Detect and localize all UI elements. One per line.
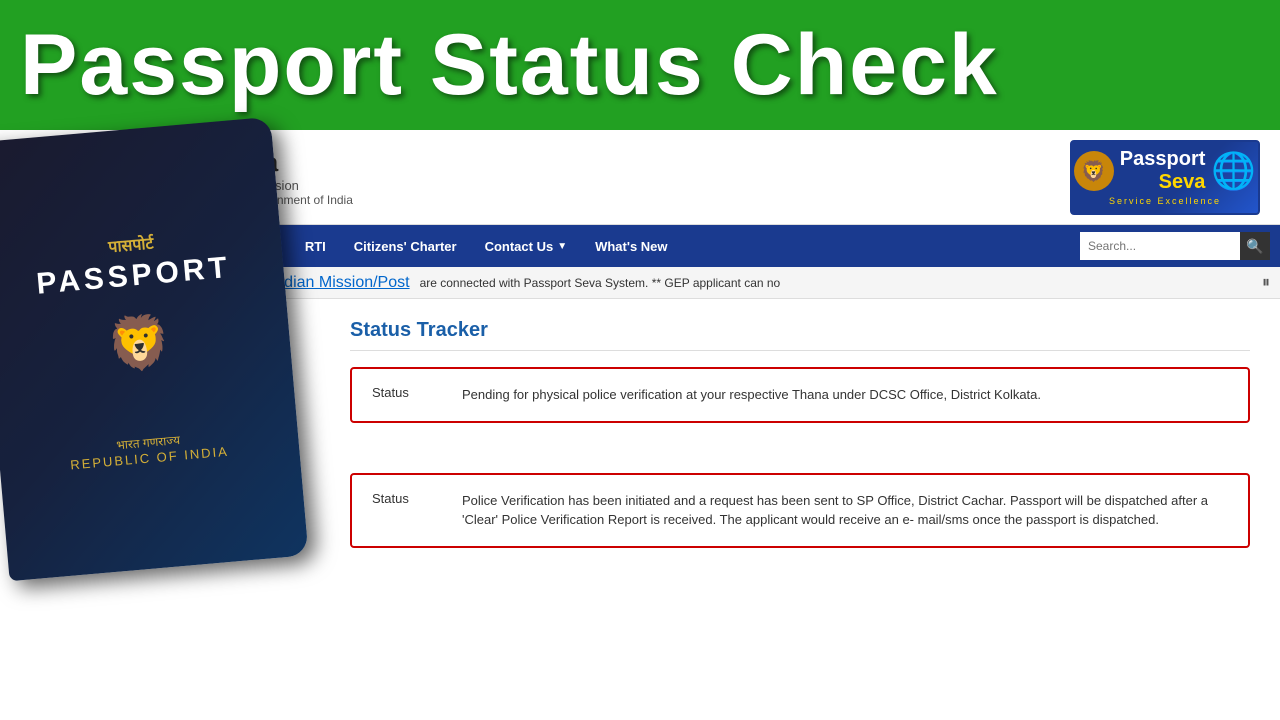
logo-passport-text: Passport [1120, 148, 1206, 171]
pause-icon[interactable]: ⏸ [1262, 274, 1270, 292]
chevron-down-icon: ▼ [557, 241, 567, 252]
status-card-2: Status Police Verification has been init… [350, 473, 1250, 548]
status-tracker-title: Status Tracker [350, 319, 1250, 351]
nav-contact-us[interactable]: Contact Us ▼ [471, 225, 582, 267]
status-label-2: Status [372, 491, 432, 506]
search-container: 🔍 [1080, 232, 1270, 260]
content-right: Status Tracker Status Pending for physic… [350, 319, 1250, 548]
status-value-2: Police Verification has been initiated a… [462, 491, 1228, 530]
main-area: पासपोर्ट PASSPORT 🦁 भारत गणराज्य REPUBLI… [0, 299, 1280, 588]
logo-seva-text: Seva [1159, 171, 1206, 194]
search-button[interactable]: 🔍 [1240, 232, 1270, 260]
status-value-1: Pending for physical police verification… [462, 385, 1041, 405]
nav-citizens-charter[interactable]: Citizens' Charter [340, 225, 471, 267]
passport-word: PASSPORT [35, 250, 232, 301]
nav-whats-new[interactable]: What's New [581, 225, 681, 267]
passport-book-overlay: पासपोर्ट PASSPORT 🦁 भारत गणराज्य REPUBLI… [0, 129, 330, 639]
ticker-text-after: are connected with Passport Seva System.… [420, 276, 781, 290]
passport-hindi-top: पासपोर्ट [107, 231, 154, 257]
search-input[interactable] [1080, 232, 1240, 260]
passport-emblem: 🦁 [105, 310, 175, 376]
status-card-1: Status Pending for physical police verif… [350, 367, 1250, 423]
banner-title: Passport Status Check [20, 22, 999, 108]
globe-icon: 🌐 [1211, 150, 1256, 192]
service-text: Service Excellence [1109, 196, 1221, 206]
top-banner: Passport Status Check [0, 0, 1280, 130]
passport-book: पासपोर्ट PASSPORT 🦁 भारत गणराज्य REPUBLI… [0, 117, 309, 581]
status-label-1: Status [372, 385, 432, 400]
passport-seva-logo: 🦁 Passport Seva 🌐 Service Excellence [1070, 140, 1260, 215]
